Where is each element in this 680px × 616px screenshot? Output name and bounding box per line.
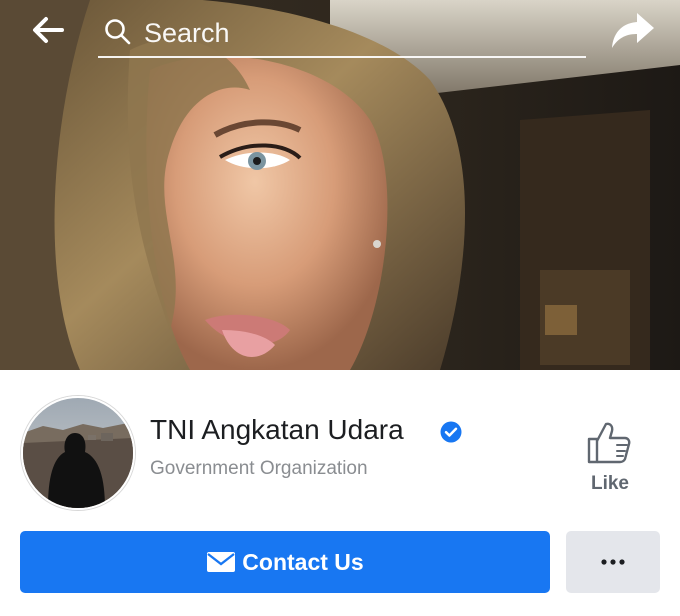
page-title: TNI Angkatan Udara: [150, 414, 404, 445]
arrow-left-icon[interactable]: [30, 14, 66, 46]
avatar-image: [23, 398, 133, 508]
envelope-icon: [207, 552, 236, 572]
more-options-button[interactable]: [566, 531, 660, 593]
like-label: Like: [590, 473, 630, 494]
ellipsis-icon: [601, 559, 625, 565]
contact-us-label: Contact Us: [242, 548, 364, 575]
page-category: Government Organization: [150, 458, 368, 479]
search-bar[interactable]: [98, 10, 586, 58]
avatar[interactable]: [21, 396, 135, 510]
top-bar: [0, 0, 680, 64]
search-icon: [105, 19, 131, 45]
share-arrow-icon[interactable]: [610, 10, 656, 50]
profile-header: TNI Angkatan Udara Government Organizati…: [0, 370, 680, 616]
contact-us-button[interactable]: Contact Us: [20, 531, 550, 593]
cover-photo-area[interactable]: [0, 0, 680, 370]
thumbs-up-icon: [587, 422, 631, 464]
search-input[interactable]: [144, 16, 564, 50]
verified-badge-icon: [440, 421, 462, 443]
like-button[interactable]: Like: [568, 416, 652, 502]
